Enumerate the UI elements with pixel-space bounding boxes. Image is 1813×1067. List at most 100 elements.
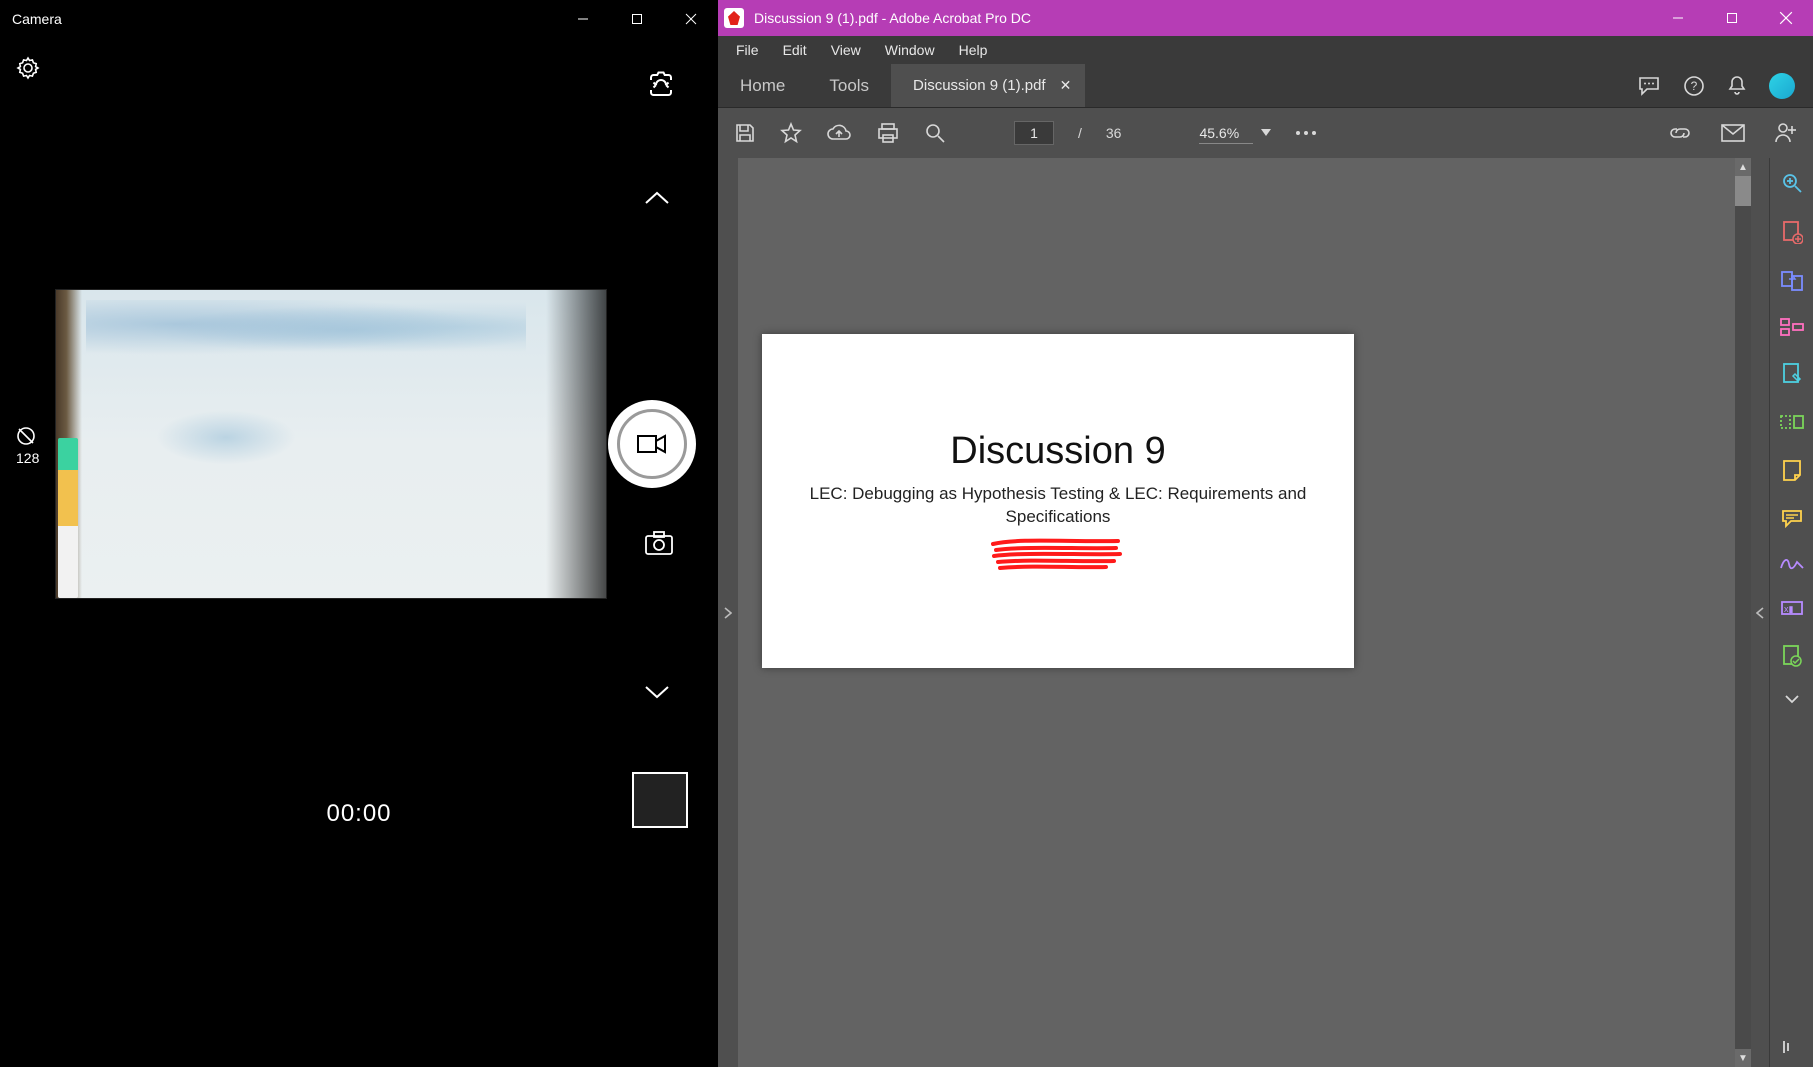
person-add-icon bbox=[1773, 121, 1797, 145]
search-plus-icon bbox=[1781, 172, 1803, 194]
acrobat-close-button[interactable] bbox=[1759, 0, 1813, 36]
maximize-icon bbox=[631, 13, 643, 25]
acrobat-app-icon bbox=[724, 8, 744, 28]
iso-value: 128 bbox=[16, 450, 39, 466]
sign-button[interactable] bbox=[1779, 554, 1805, 572]
acrobat-toolbar: / 36 bbox=[718, 108, 1813, 158]
comments-button[interactable] bbox=[1637, 75, 1661, 97]
shutter-button[interactable] bbox=[608, 400, 696, 488]
camera-title: Camera bbox=[12, 11, 62, 27]
edit-pdf-icon bbox=[1781, 362, 1803, 386]
preview-pens bbox=[58, 438, 78, 598]
organize-pages-button[interactable] bbox=[1780, 318, 1804, 336]
preview-shadow bbox=[546, 290, 606, 598]
tab-home[interactable]: Home bbox=[718, 64, 807, 107]
more-tools-button[interactable] bbox=[1785, 694, 1799, 704]
star-button[interactable] bbox=[780, 122, 802, 144]
combine-icon bbox=[1780, 412, 1804, 432]
combine-files-button[interactable] bbox=[1780, 412, 1804, 432]
nav-pane-toggle[interactable] bbox=[718, 158, 738, 1067]
acrobat-minimize-button[interactable] bbox=[1651, 0, 1705, 36]
scrollbar-down[interactable]: ▼ bbox=[1735, 1049, 1751, 1067]
link-icon bbox=[1667, 123, 1693, 143]
share-people-button[interactable] bbox=[1773, 121, 1797, 145]
cloud-upload-icon bbox=[826, 123, 852, 143]
more-button[interactable] bbox=[1295, 130, 1317, 136]
tab-tools[interactable]: Tools bbox=[807, 64, 891, 107]
iso-indicator[interactable]: 128 bbox=[16, 426, 39, 466]
acrobat-menubar: File Edit View Window Help bbox=[718, 36, 1813, 64]
organize-icon bbox=[1780, 318, 1804, 336]
mode-prev-button[interactable] bbox=[644, 190, 670, 206]
document-subtitle: LEC: Debugging as Hypothesis Testing & L… bbox=[782, 483, 1334, 529]
envelope-icon bbox=[1721, 124, 1745, 142]
minimize-icon bbox=[577, 13, 589, 25]
tools-pane-toggle[interactable] bbox=[1751, 158, 1769, 1067]
scrollbar-up[interactable]: ▲ bbox=[1735, 158, 1751, 176]
acrobat-maximize-button[interactable] bbox=[1705, 0, 1759, 36]
profile-avatar-icon bbox=[1769, 73, 1795, 99]
menu-help[interactable]: Help bbox=[949, 38, 998, 62]
camera-preview bbox=[55, 289, 607, 599]
chevron-up-icon bbox=[644, 190, 670, 206]
page-total: 36 bbox=[1106, 125, 1122, 141]
zoom-input[interactable] bbox=[1199, 123, 1253, 144]
chevron-down-icon bbox=[1785, 694, 1799, 704]
acrobat-window-controls bbox=[1651, 0, 1813, 36]
fill-sign-button[interactable] bbox=[1781, 458, 1803, 482]
acrobat-window: Discussion 9 (1).pdf - Adobe Acrobat Pro… bbox=[718, 0, 1813, 1067]
tab-document[interactable]: Discussion 9 (1).pdf ✕ bbox=[891, 64, 1085, 107]
profile-button[interactable] bbox=[1769, 73, 1795, 99]
iso-icon bbox=[16, 426, 36, 446]
search-tools-button[interactable] bbox=[1781, 172, 1803, 194]
find-button[interactable] bbox=[924, 122, 946, 144]
scrollbar-track[interactable] bbox=[1735, 158, 1751, 1067]
edit-pdf-button[interactable] bbox=[1781, 362, 1803, 386]
close-button[interactable] bbox=[676, 4, 706, 34]
page-number-input[interactable] bbox=[1014, 121, 1054, 145]
notifications-button[interactable] bbox=[1727, 75, 1747, 97]
mode-next-button[interactable] bbox=[644, 684, 670, 700]
export-pdf-button[interactable] bbox=[1780, 270, 1804, 292]
help-button[interactable]: ? bbox=[1683, 75, 1705, 97]
menu-view[interactable]: View bbox=[821, 38, 871, 62]
menu-file[interactable]: File bbox=[726, 38, 769, 62]
document-viewport[interactable]: Discussion 9 LEC: Debugging as Hypothesi… bbox=[738, 158, 1751, 1067]
switch-camera-button[interactable] bbox=[646, 70, 676, 100]
cloud-upload-button[interactable] bbox=[826, 123, 852, 143]
gallery-thumbnail[interactable] bbox=[632, 772, 688, 828]
create-pdf-button[interactable] bbox=[1781, 220, 1803, 244]
chevron-down-icon bbox=[644, 684, 670, 700]
scrollbar-thumb[interactable] bbox=[1735, 176, 1751, 206]
switch-camera-icon bbox=[646, 70, 676, 100]
export-pdf-icon bbox=[1780, 270, 1804, 292]
tab-close-button[interactable]: ✕ bbox=[1060, 77, 1072, 94]
comment-tool-button[interactable] bbox=[1780, 508, 1804, 528]
email-button[interactable] bbox=[1721, 124, 1745, 142]
acrobat-titlebar: Discussion 9 (1).pdf - Adobe Acrobat Pro… bbox=[718, 0, 1813, 36]
maximize-icon bbox=[1726, 12, 1738, 24]
print-button[interactable] bbox=[876, 122, 900, 144]
close-icon bbox=[685, 13, 697, 25]
star-icon bbox=[780, 122, 802, 144]
protect-icon bbox=[1781, 644, 1803, 668]
bell-icon bbox=[1727, 75, 1747, 97]
protect-button[interactable] bbox=[1781, 644, 1803, 668]
acrobat-doc-area: Discussion 9 LEC: Debugging as Hypothesi… bbox=[718, 158, 1813, 1067]
camera-window: Camera 128 bbox=[0, 0, 718, 1067]
document-heading: Discussion 9 bbox=[950, 430, 1165, 473]
redact-button[interactable]: x▮ bbox=[1780, 598, 1804, 618]
collapse-rail-button[interactable] bbox=[1782, 1039, 1802, 1055]
maximize-button[interactable] bbox=[622, 4, 652, 34]
minimize-button[interactable] bbox=[568, 4, 598, 34]
zoom-dropdown[interactable] bbox=[1261, 129, 1271, 137]
save-button[interactable] bbox=[734, 122, 756, 144]
save-icon bbox=[734, 122, 756, 144]
tab-document-label: Discussion 9 (1).pdf bbox=[913, 77, 1046, 94]
link-share-button[interactable] bbox=[1667, 123, 1693, 143]
photo-mode-button[interactable] bbox=[644, 530, 674, 556]
camera-settings-button[interactable] bbox=[16, 56, 40, 80]
print-icon bbox=[876, 122, 900, 144]
menu-edit[interactable]: Edit bbox=[773, 38, 817, 62]
menu-window[interactable]: Window bbox=[875, 38, 945, 62]
